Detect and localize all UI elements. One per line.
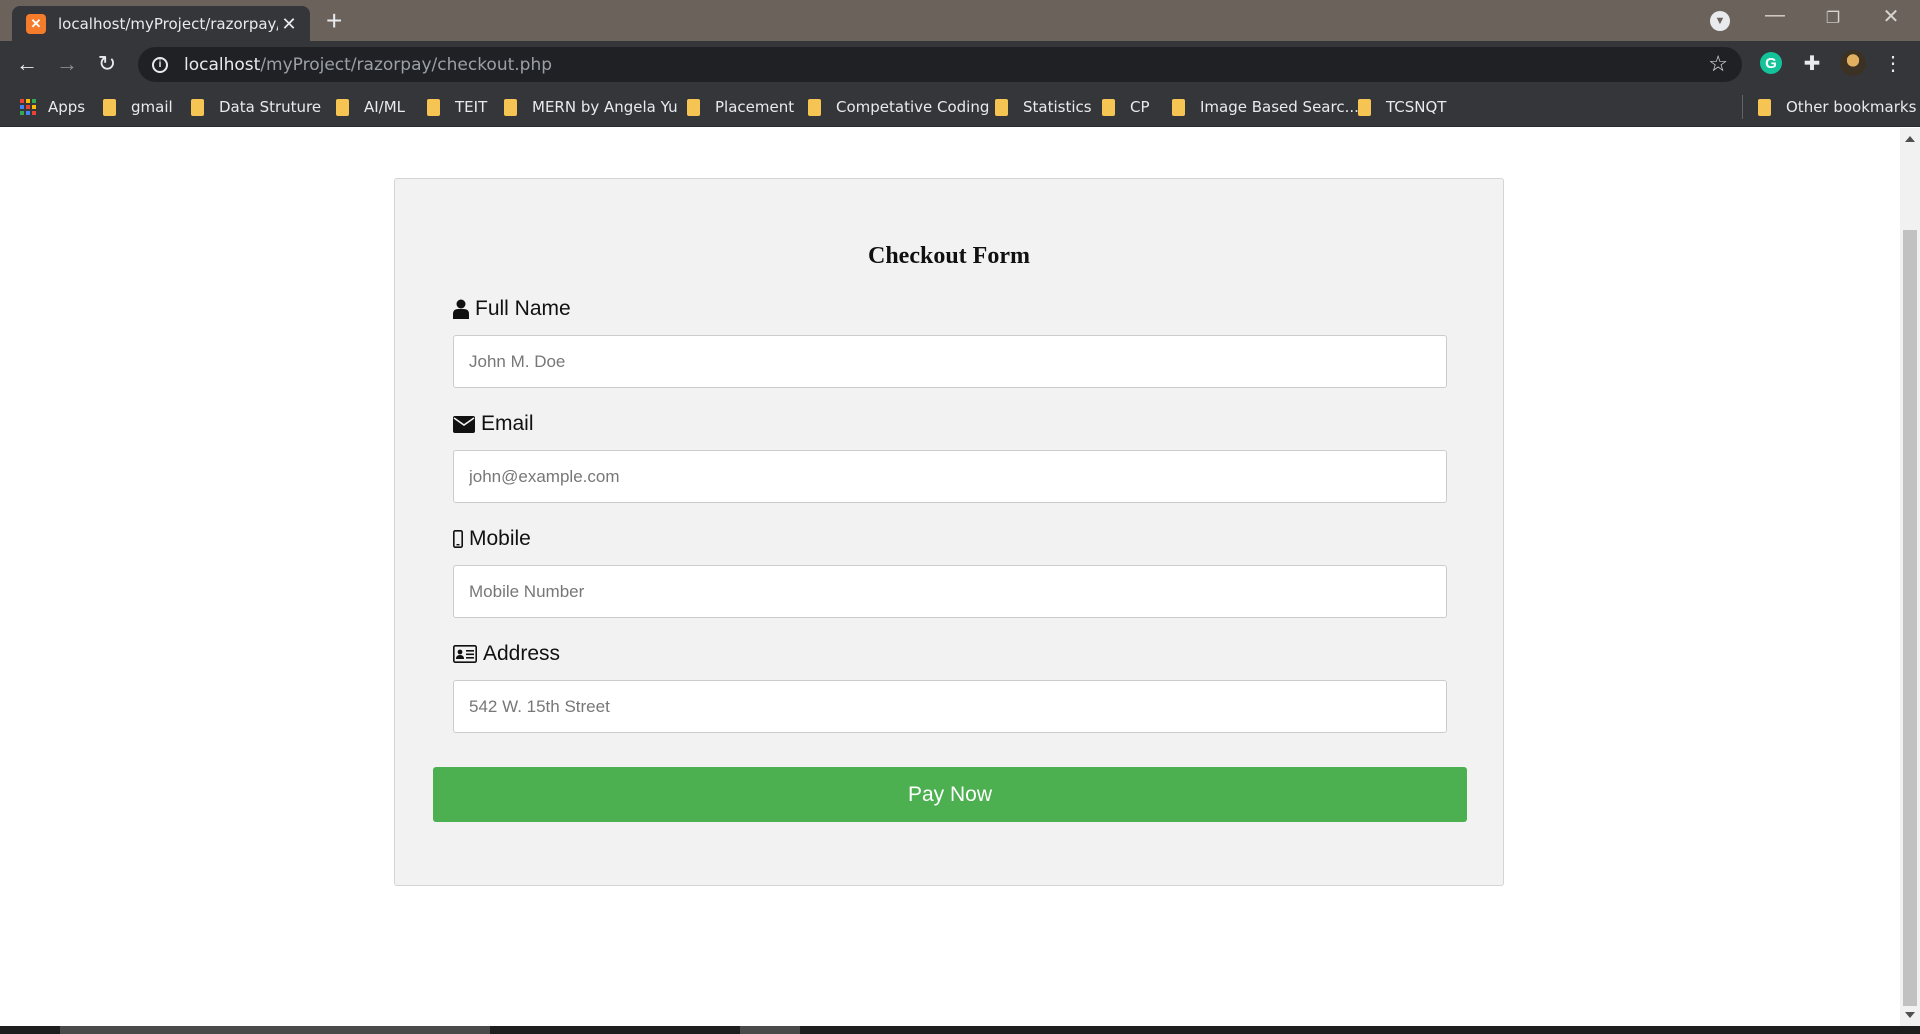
folder-icon (1172, 98, 1185, 116)
bookmark-label: TEIT (455, 98, 488, 116)
form-title: Checkout Form (868, 243, 1030, 269)
tab-strip: ✕ localhost/myProject/razorpay/ch ✕ + ▼ … (0, 0, 1920, 42)
address-input[interactable] (453, 680, 1447, 733)
folder-icon (504, 98, 517, 116)
reload-icon[interactable]: ↻ (94, 51, 120, 77)
bookmark-label: Other bookmarks (1786, 98, 1917, 116)
page-scrollbar[interactable] (1900, 128, 1920, 1026)
email-label: Email (453, 412, 534, 436)
bookmark-label: CP (1130, 98, 1150, 116)
folder-icon (103, 98, 116, 116)
restore-icon[interactable]: ❐ (1810, 8, 1856, 28)
bookmark-folder-tcsnqt[interactable]: TCSNQT (1358, 87, 1446, 127)
bookmark-folder-mern[interactable]: MERN by Angela Yu (504, 87, 678, 127)
bookmark-label: Data Struture (219, 98, 322, 116)
mobile-label: Mobile (453, 527, 531, 551)
minimize-icon[interactable]: — (1752, 4, 1798, 27)
bookmark-folder-image-based-search[interactable]: Image Based Searc... (1172, 87, 1359, 127)
bookmark-label: Apps (48, 98, 86, 116)
address-label: Address (453, 642, 560, 666)
address-bar[interactable]: i localhost/myProject/razorpay/checkout.… (138, 47, 1742, 82)
tab-close-icon[interactable]: ✕ (278, 14, 300, 35)
full-name-label: Full Name (453, 297, 571, 321)
address-label-text: Address (483, 642, 561, 665)
folder-icon (191, 98, 204, 116)
bookmark-label: Statistics (1023, 98, 1092, 116)
bookmark-folder-data-struture[interactable]: Data Struture (191, 87, 321, 127)
xampp-favicon-icon: ✕ (26, 14, 46, 34)
tab-search-icon[interactable]: ▼ (1710, 11, 1730, 31)
mobile-phone-icon (453, 530, 463, 548)
pay-now-button[interactable]: Pay Now (433, 767, 1467, 822)
bookmarks-bar: Apps gmail Data Struture AI/ML TEIT MERN… (0, 87, 1920, 127)
full-name-label-text: Full Name (475, 297, 571, 320)
bookmark-label: gmail (131, 98, 173, 116)
browser-tab-active[interactable]: ✕ localhost/myProject/razorpay/ch ✕ (12, 6, 310, 42)
folder-icon (336, 98, 349, 116)
url-path: /myProject/razorpay/checkout.php (260, 54, 553, 75)
folder-icon (1358, 98, 1371, 116)
forward-arrow-icon[interactable]: → (54, 51, 80, 77)
taskbar-segment (740, 1026, 800, 1034)
extensions-puzzle-icon[interactable]: ✚ (1799, 50, 1825, 76)
page-viewport: Checkout Form Full Name Email Mob (0, 128, 1920, 1034)
browser-menu-icon[interactable]: ⋮ (1880, 50, 1906, 76)
back-arrow-icon[interactable]: ← (14, 51, 40, 77)
bookmark-folder-other-bookmarks[interactable]: Other bookmarks (1758, 87, 1916, 127)
bookmark-folder-placement[interactable]: Placement (687, 87, 794, 127)
address-card-icon (453, 645, 477, 663)
bookmark-folder-ai-ml[interactable]: AI/ML (336, 87, 405, 127)
apps-grid-icon (20, 99, 36, 115)
mobile-input[interactable] (453, 565, 1447, 618)
new-tab-plus-icon[interactable]: + (326, 6, 342, 36)
folder-icon (1758, 98, 1771, 116)
folder-icon (1102, 98, 1115, 116)
bookmark-star-icon[interactable]: ☆ (1708, 51, 1728, 77)
user-icon (453, 299, 469, 319)
grammarly-extension-icon[interactable]: G (1760, 52, 1782, 74)
site-info-icon[interactable]: i (152, 56, 168, 73)
folder-icon (808, 98, 821, 116)
profile-avatar[interactable] (1840, 50, 1866, 76)
bookmark-label: Placement (715, 98, 795, 116)
url-host: localhost (184, 54, 261, 75)
email-input[interactable] (453, 450, 1447, 503)
bookmark-label: Competative Coding (836, 98, 990, 116)
folder-icon (687, 98, 700, 116)
bookmark-label: Image Based Searc... (1200, 98, 1359, 116)
scroll-thumb[interactable] (1903, 230, 1917, 1006)
folder-icon (995, 98, 1008, 116)
bookmark-folder-cp[interactable]: CP (1102, 87, 1150, 127)
mobile-label-text: Mobile (469, 527, 531, 550)
window-close-icon[interactable]: ✕ (1868, 4, 1914, 29)
taskbar-edge (0, 1026, 1920, 1034)
email-label-text: Email (481, 412, 534, 435)
bookmark-folder-teit[interactable]: TEIT (427, 87, 487, 127)
checkout-form-card: Checkout Form Full Name Email Mob (394, 178, 1504, 886)
bookmark-apps[interactable]: Apps (20, 87, 85, 127)
bookmark-label: AI/ML (364, 98, 406, 116)
bookmark-folder-competative-coding[interactable]: Competative Coding (808, 87, 989, 127)
taskbar-segment (60, 1026, 490, 1034)
bookmark-folder-statistics[interactable]: Statistics (995, 87, 1092, 127)
bookmark-folder-gmail[interactable]: gmail (103, 87, 173, 127)
envelope-icon (453, 415, 475, 433)
scroll-down-arrow-icon[interactable] (1905, 1012, 1915, 1018)
full-name-input[interactable] (453, 335, 1447, 388)
tab-title: localhost/myProject/razorpay/ch (58, 15, 278, 33)
scroll-up-arrow-icon[interactable] (1905, 136, 1915, 142)
folder-icon (427, 98, 440, 116)
bookmark-label: MERN by Angela Yu (532, 98, 678, 116)
bookmark-label: TCSNQT (1386, 98, 1447, 116)
browser-toolbar: ← → ↻ i localhost/myProject/razorpay/che… (0, 41, 1920, 87)
bookmarks-divider (1742, 95, 1743, 119)
